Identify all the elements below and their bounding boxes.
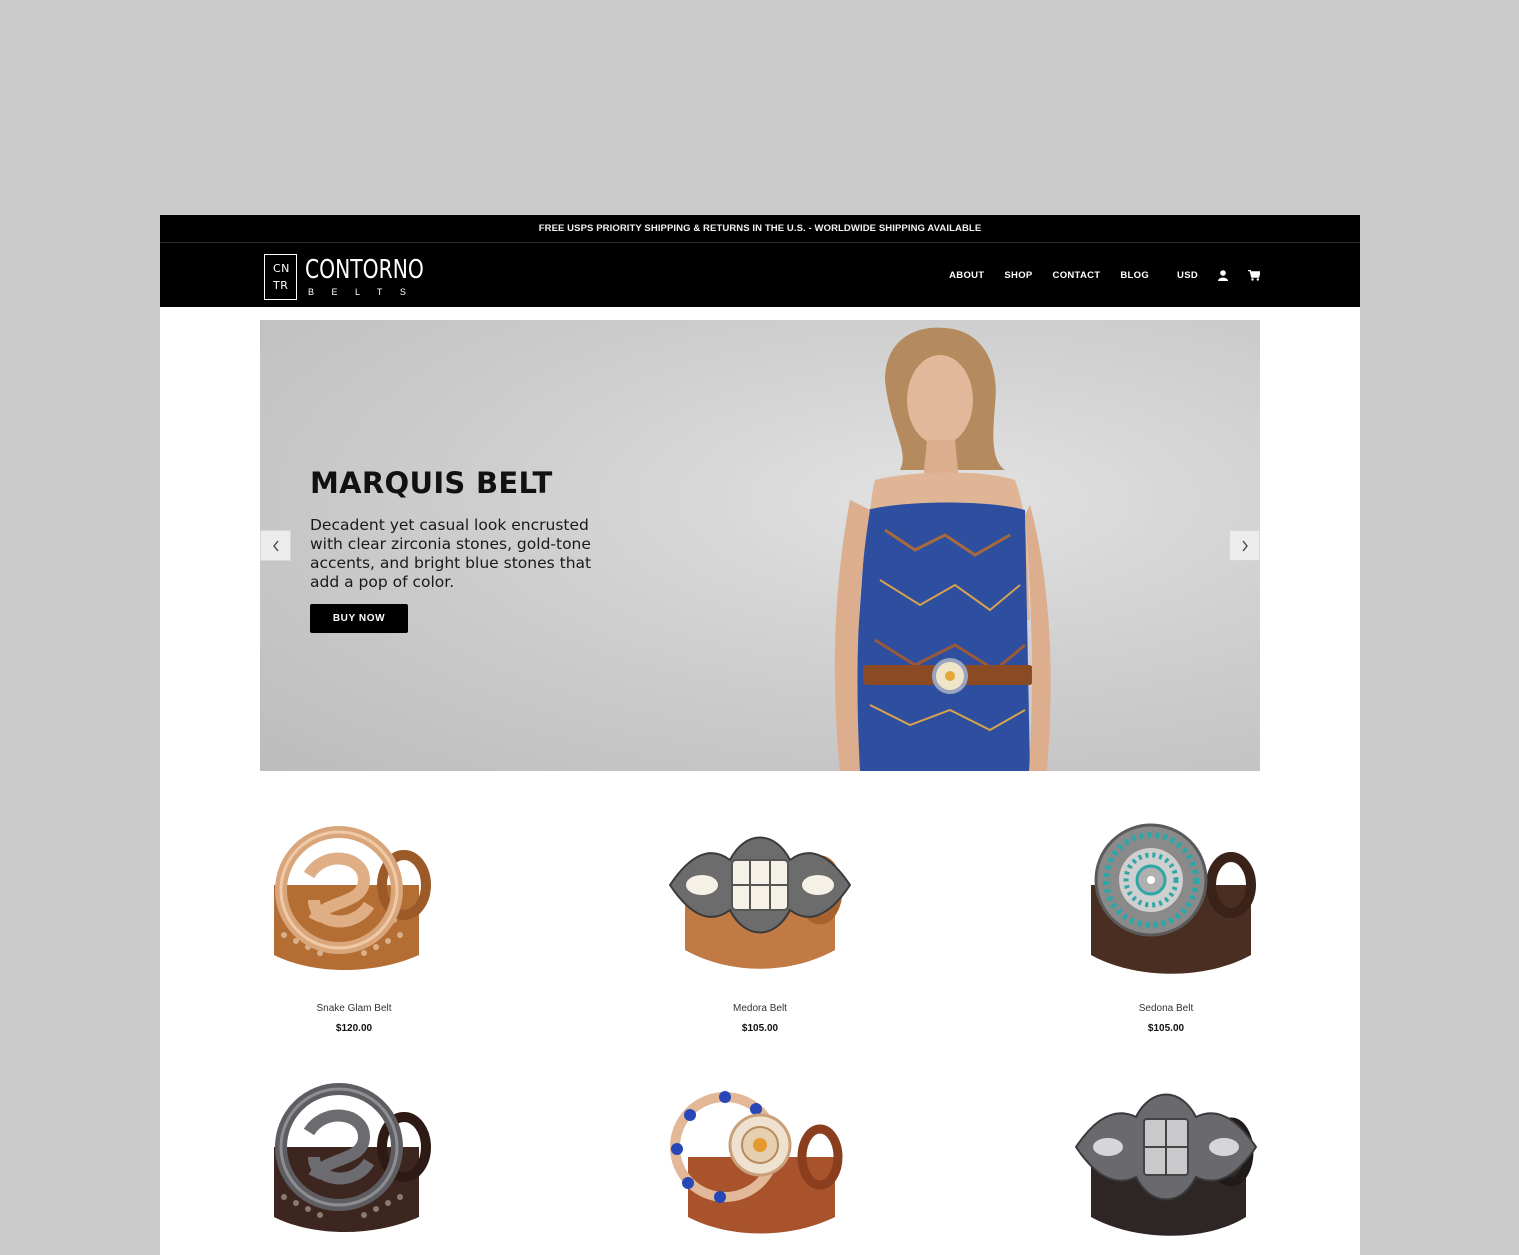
product-image — [1091, 823, 1256, 974]
hero-title: MARQUIS BELT — [310, 466, 553, 500]
model-image — [834, 327, 1051, 771]
logo[interactable]: CN TR CONTORNO BELTS — [264, 253, 435, 301]
nav-blog[interactable]: BLOG — [1120, 270, 1149, 281]
product-card[interactable] — [1066, 1077, 1266, 1255]
chevron-left-icon — [272, 540, 279, 551]
product-image — [670, 1091, 843, 1234]
nav-about[interactable]: ABOUT — [949, 270, 984, 281]
main-nav: ABOUT SHOP CONTACT BLOG USD — [929, 243, 1260, 307]
product-image — [274, 826, 431, 970]
product-price: $105.00 — [1147, 1023, 1185, 1034]
logo-monogram-bottom: TR — [273, 279, 289, 292]
nav-contact[interactable]: CONTACT — [1053, 270, 1101, 281]
slider-prev-button[interactable] — [260, 530, 291, 561]
product-price: $105.00 — [741, 1023, 779, 1034]
slider-next-button[interactable] — [1229, 530, 1260, 561]
product-card[interactable] — [254, 1077, 454, 1255]
buy-now-button[interactable]: BUY NOW — [310, 604, 408, 633]
announcement-bar: FREE USPS PRIORITY SHIPPING & RETURNS IN… — [160, 215, 1360, 243]
product-image — [274, 1083, 431, 1232]
product-image — [668, 836, 852, 969]
hero-description: Decadent yet casual look encrusted with … — [310, 516, 592, 591]
browser-page: FREE USPS PRIORITY SHIPPING & RETURNS IN… — [160, 215, 1360, 1255]
user-icon[interactable] — [1218, 269, 1228, 281]
hero-slider: MARQUIS BELT Decadent yet casual look en… — [260, 320, 1260, 771]
logo-monogram-top: CN — [273, 262, 290, 275]
chevron-right-icon — [1241, 540, 1248, 551]
product-card[interactable]: Medora Belt $105.00 — [660, 815, 860, 1034]
product-card[interactable]: Sedona Belt $105.00 — [1066, 815, 1266, 1034]
logo-wordmark: CONTORNO BELTS — [305, 253, 435, 301]
site-header: CN TR CONTORNO BELTS ABOUT SHOP CONTACT … — [160, 243, 1360, 307]
currency-selector[interactable]: USD — [1177, 270, 1198, 281]
cart-icon[interactable] — [1248, 269, 1260, 281]
product-name: Medora Belt — [733, 1003, 787, 1014]
logo-name: CONTORNO — [305, 255, 424, 285]
product-card[interactable] — [660, 1077, 860, 1255]
product-card[interactable]: Snake Glam Belt $120.00 — [254, 815, 454, 1034]
product-image — [1074, 1093, 1258, 1236]
logo-monogram: CN TR — [264, 254, 297, 300]
product-price: $120.00 — [335, 1023, 373, 1034]
product-name: Snake Glam Belt — [316, 1003, 392, 1014]
product-name: Sedona Belt — [1138, 1003, 1194, 1014]
logo-tagline: BELTS — [308, 287, 424, 297]
nav-shop[interactable]: SHOP — [1004, 270, 1032, 281]
